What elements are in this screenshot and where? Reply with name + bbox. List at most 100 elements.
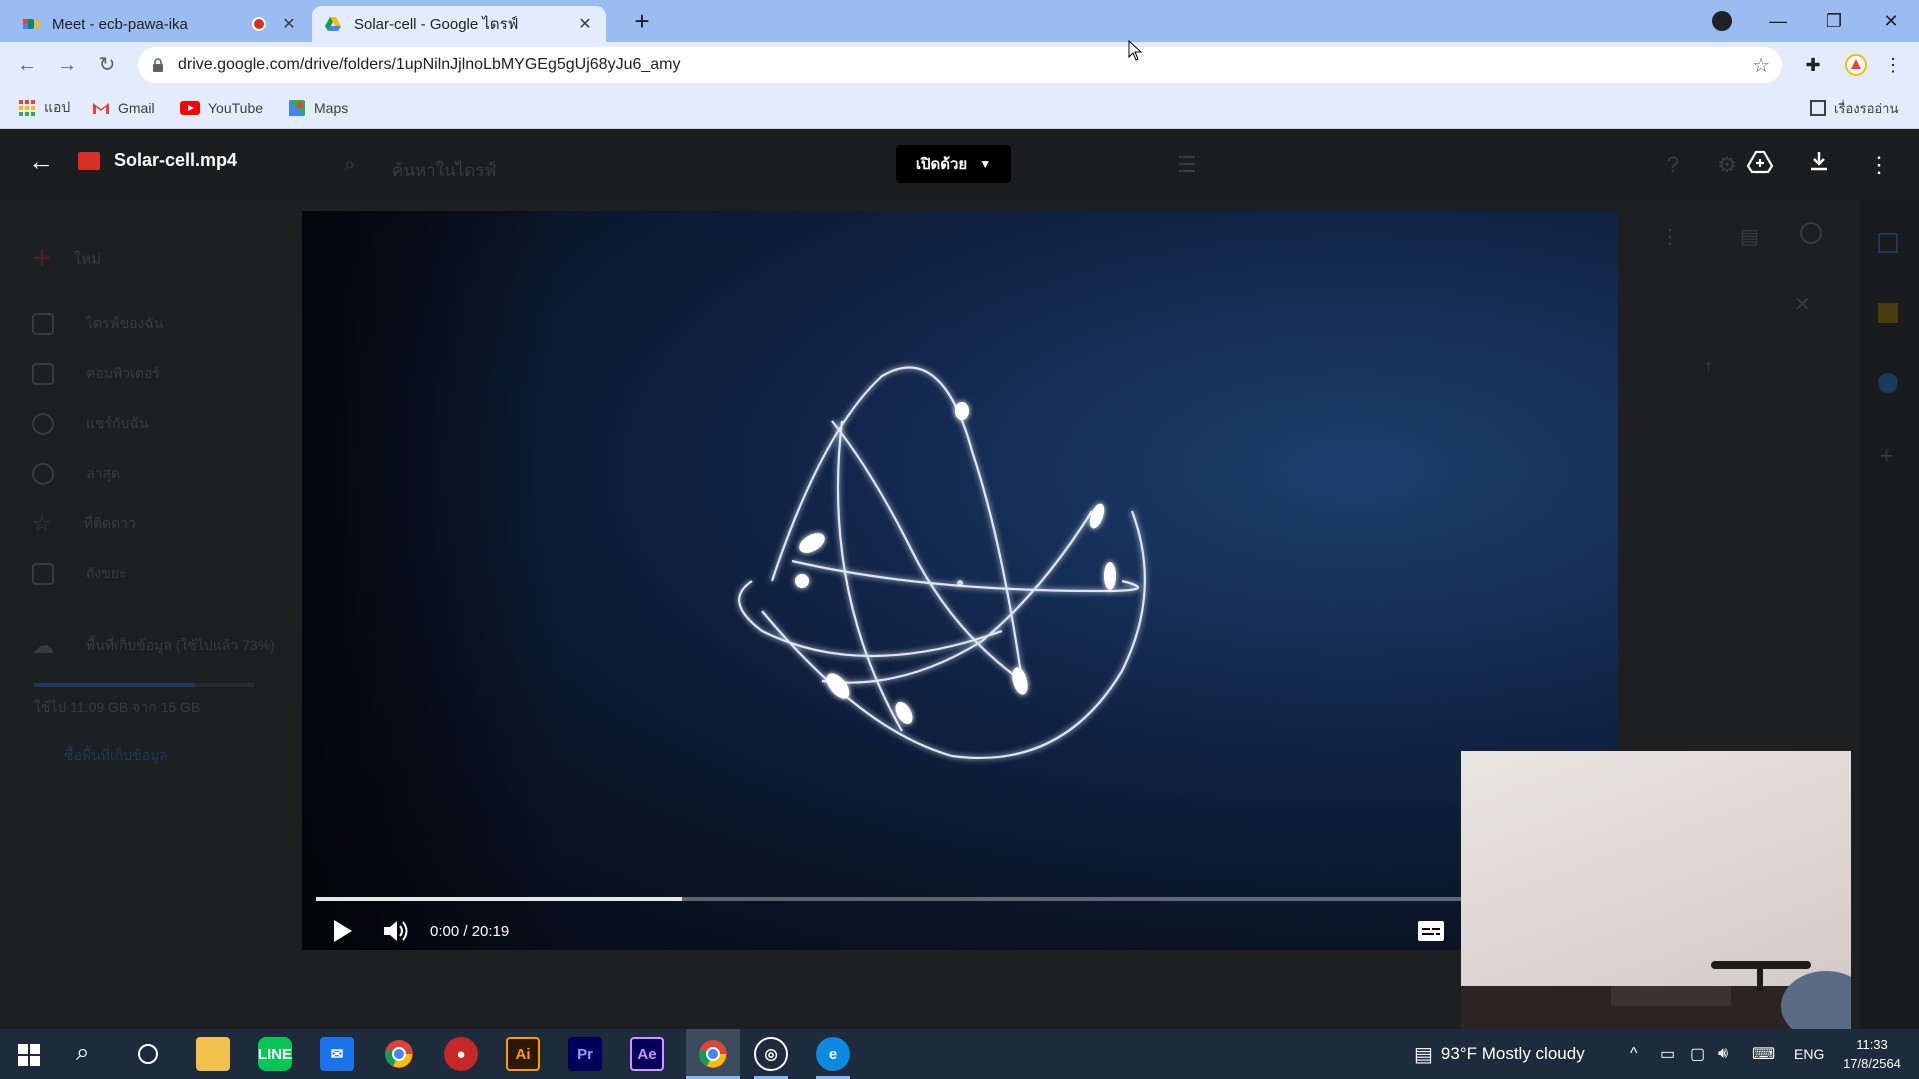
cloud-icon: ☁ (32, 633, 54, 658)
drive-icon (32, 313, 54, 335)
filter-icon: ☰ (1177, 152, 1197, 177)
chevron-down-icon: ▼ (979, 157, 992, 171)
sidebar-label: ไดรฟ์ของฉัน (86, 315, 164, 331)
captions-button[interactable] (1417, 913, 1445, 949)
speaker-icon[interactable]: 🔊︎ (1718, 1029, 1728, 1079)
forward-icon[interactable]: → (52, 50, 82, 80)
reading-list[interactable]: เรื่องรออ่าน (1810, 96, 1898, 120)
back-icon[interactable]: ← (12, 50, 42, 80)
mouse-cursor-icon (1128, 40, 1143, 61)
keep-icon (1878, 303, 1898, 323)
tab-drive[interactable]: Solar-cell - Google ไดรฟ์ ✕ (312, 6, 606, 42)
obs-icon[interactable]: ◎ (754, 1037, 788, 1071)
play-button[interactable] (332, 913, 354, 949)
storage-label: พื้นที่เก็บข้อมูล (ใช้ไปแล้ว 73%) (86, 637, 275, 653)
info-icon (1800, 222, 1822, 244)
new-tab-button[interactable]: + (624, 6, 660, 36)
tray-chevron-icon[interactable]: ^ (1630, 1029, 1638, 1079)
chrome-active-app-icon[interactable] (686, 1029, 740, 1079)
minimize-icon[interactable]: — (1758, 6, 1798, 36)
mail-icon[interactable]: ✉ (320, 1037, 354, 1071)
profile-menu-icon[interactable] (1712, 11, 1732, 31)
start-button[interactable] (18, 1044, 40, 1071)
bookmark-label: แอป (44, 99, 71, 115)
list-view-icon: ▤ (1740, 226, 1759, 248)
language-indicator[interactable]: ENG (1794, 1029, 1824, 1079)
weather-widget[interactable]: ▤ 93°F Mostly cloudy (1414, 1029, 1585, 1079)
captions-icon (1418, 921, 1444, 941)
youtube-icon (180, 101, 200, 115)
video-progress-bar[interactable] (316, 897, 1496, 901)
google-drive-extension-icon[interactable] (1843, 52, 1869, 78)
open-with-button[interactable]: เปิดด้วย ▼ (896, 145, 1011, 183)
volume-icon (384, 921, 408, 941)
reload-icon[interactable]: ↻ (92, 50, 122, 80)
viewer-file-title: Solar-cell.mp4 (78, 150, 237, 171)
close-tab-icon[interactable]: ✕ (280, 14, 298, 34)
more-icon: ⋮ (1660, 226, 1680, 248)
chrome-taskbar-icon[interactable] (382, 1037, 416, 1071)
help-icon: ? (1666, 152, 1680, 177)
network-icon[interactable]: ▭ (1660, 1029, 1675, 1079)
calendar-icon (1878, 233, 1898, 253)
url-text: drive.google.com/drive/folders/1upNilnJj… (178, 56, 681, 73)
extensions-icon[interactable]: ✚ (1800, 52, 1826, 78)
clock-date: 17/8/2564 (1843, 1056, 1901, 1071)
address-bar[interactable]: drive.google.com/drive/folders/1upNilnJj… (138, 47, 1782, 83)
volume-button[interactable] (382, 913, 410, 949)
close-tab-icon[interactable]: ✕ (576, 14, 594, 34)
browser-toolbar: ← → ↻ drive.google.com/drive/folders/1up… (0, 42, 1919, 88)
close-viewer-back-icon[interactable]: ← (26, 146, 56, 176)
system-clock[interactable]: 11:33 17/8/2564 (1832, 1035, 1912, 1073)
tab-meet[interactable]: Meet - ecb-pawa-ika ✕ (10, 6, 310, 42)
storage-usage-text: ใช้ไป 11.09 GB จาก 15 GB (34, 699, 201, 715)
sidebar-item-my-drive: ไดรฟ์ของฉัน (32, 309, 164, 339)
drive-sidebar-dimmed: + ใหม่ ไดรฟ์ของฉัน คอมพิวเตอร์ แชร์กับฉั… (0, 199, 300, 1029)
storage-bar-fill (34, 683, 195, 687)
after-effects-icon[interactable]: Ae (630, 1037, 664, 1071)
search-taskbar-icon[interactable]: ⌕ (76, 1039, 89, 1067)
add-addon-icon: + (1880, 443, 1893, 468)
close-window-icon[interactable]: ✕ (1871, 6, 1911, 36)
file-name: Solar-cell.mp4 (114, 150, 238, 170)
sidebar-item-computers: คอมพิวเตอร์ (32, 359, 160, 389)
bookmark-label: Maps (314, 100, 349, 116)
file-explorer-icon[interactable] (196, 1037, 230, 1071)
bookmark-star-icon[interactable]: ☆ (1752, 53, 1770, 78)
sidebar-label: ล่าสุด (86, 465, 121, 481)
playback-time: 0:00 / 20:19 (430, 922, 510, 940)
new-label: ใหม่ (73, 250, 101, 268)
edge-icon[interactable]: e (816, 1037, 850, 1071)
recording-indicator-icon (252, 17, 266, 31)
display-icon[interactable]: ▢ (1690, 1029, 1705, 1079)
illustrator-icon[interactable]: Ai (506, 1037, 540, 1071)
gmail-icon (93, 103, 109, 114)
search-input-dim: ค้นหาในไดรฟ์ (392, 161, 497, 180)
apps-grid-icon (19, 100, 35, 116)
bookmark-gmail[interactable]: Gmail (92, 96, 155, 120)
add-to-drive-icon[interactable] (1745, 150, 1775, 180)
side-panel-dimmed: + (1860, 199, 1919, 1029)
trash-icon (32, 563, 54, 585)
chrome-menu-icon[interactable]: ⋮ (1880, 52, 1906, 78)
premiere-icon[interactable]: Pr (568, 1037, 602, 1071)
equipment (1611, 986, 1731, 1006)
lamp-stand (1757, 967, 1763, 991)
bookmark-maps[interactable]: Maps (288, 96, 348, 120)
line-app-icon[interactable]: LINE (258, 1037, 292, 1071)
windows-logo-icon (18, 1044, 40, 1066)
video-player[interactable]: 0:00 / 20:19 (302, 211, 1618, 950)
restore-icon[interactable]: ❐ (1814, 6, 1854, 36)
keyboard-icon[interactable]: ⌨ (1752, 1029, 1775, 1079)
media-app-icon[interactable]: ● (444, 1037, 478, 1071)
search-icon: ⌕ (344, 154, 356, 176)
cortana-icon[interactable] (138, 1044, 158, 1064)
sidebar-label: คอมพิวเตอร์ (86, 365, 160, 381)
bookmark-apps[interactable]: แอป (18, 96, 70, 120)
bookmark-youtube[interactable]: YouTube (180, 96, 263, 120)
google-drive-icon (325, 17, 341, 31)
more-actions-icon[interactable]: ⋮ (1864, 150, 1894, 180)
sidebar-item-shared: แชร์กับฉัน (32, 409, 149, 439)
download-icon[interactable] (1804, 150, 1834, 180)
person-shoulder (1781, 971, 1851, 1029)
